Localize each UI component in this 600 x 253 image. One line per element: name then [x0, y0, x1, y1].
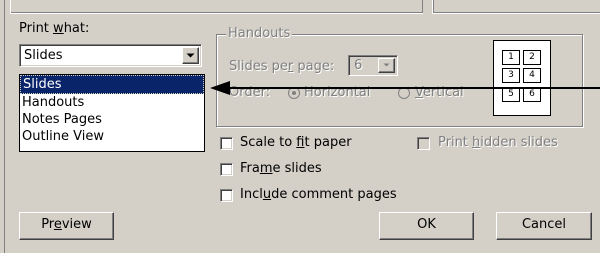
print-what-label-suffix: hat:: [63, 21, 90, 36]
scale-to-fit-label: Scale to fit paper: [240, 135, 352, 150]
print-what-label: Print what:: [19, 21, 89, 36]
print-what-label-prefix: Print: [19, 21, 54, 36]
preview-page-2: 2: [523, 50, 541, 65]
comment-label-mnemonic: u: [262, 187, 272, 202]
comment-label-b: de comment pages: [271, 187, 397, 202]
list-item-slides[interactable]: Slides: [20, 75, 204, 94]
cancel-button[interactable]: Cancel: [496, 212, 592, 240]
scale-label-a: Scale to: [240, 135, 297, 150]
print-what-label-mnemonic: w: [53, 21, 64, 36]
frame-slides-label: Frame slides: [240, 161, 322, 176]
chevron-down-icon: [383, 63, 390, 67]
frame-label-a: Fra: [240, 161, 260, 176]
print-what-combobox[interactable]: Slides: [19, 44, 202, 67]
top-frame-right: [432, 0, 600, 14]
preview-label-a: Pr: [41, 217, 54, 232]
print-hidden-slides-label: Print hidden slides: [438, 135, 558, 150]
slides-per-page-combobox[interactable]: 6: [348, 55, 398, 76]
slides-per-page-label-a: Slides pe: [229, 59, 288, 74]
include-comments-checkbox[interactable]: [220, 189, 233, 202]
scale-label-b: it paper: [304, 135, 352, 150]
list-item-handouts[interactable]: Handouts: [20, 94, 204, 111]
slides-per-page-label-b: page:: [293, 59, 335, 74]
handouts-title: Handouts: [226, 26, 293, 41]
frame-label-b: e slides: [272, 161, 322, 176]
print-what-value: Slides: [24, 48, 63, 63]
hidden-label-b: idden slides: [480, 135, 558, 150]
comment-label-a: Incl: [240, 187, 263, 202]
list-item-outline-view[interactable]: Outline View: [20, 128, 204, 145]
preview-label-mnemonic: e: [53, 217, 62, 232]
preview-page-1: 1: [502, 50, 520, 65]
frame-slides-checkbox[interactable]: [220, 163, 233, 176]
hidden-label-a: Print: [438, 135, 473, 150]
scale-to-fit-checkbox[interactable]: [220, 137, 233, 150]
preview-button[interactable]: Preview: [19, 212, 114, 240]
slides-per-page-dropdown-button[interactable]: [378, 58, 395, 73]
chevron-down-icon: [186, 53, 195, 58]
preview-label-b: view: [61, 217, 92, 232]
annotation-arrow: [210, 81, 600, 95]
print-hidden-slides-checkbox[interactable]: [417, 137, 430, 150]
ok-button[interactable]: OK: [379, 212, 474, 240]
slides-per-page-value: 6: [354, 58, 363, 73]
print-what-dropdown-button[interactable]: [182, 47, 199, 64]
slides-per-page-label: Slides per page:: [229, 59, 334, 74]
print-what-dropdown-list: Slides Handouts Notes Pages Outline View: [19, 74, 205, 152]
list-item-notes-pages[interactable]: Notes Pages: [20, 111, 204, 128]
top-frame-left: [10, 0, 423, 14]
include-comments-label: Include comment pages: [240, 187, 397, 202]
left-edge: [0, 0, 5, 253]
frame-label-mnemonic: m: [259, 161, 273, 176]
scale-label-mnemonic: f: [296, 135, 305, 150]
